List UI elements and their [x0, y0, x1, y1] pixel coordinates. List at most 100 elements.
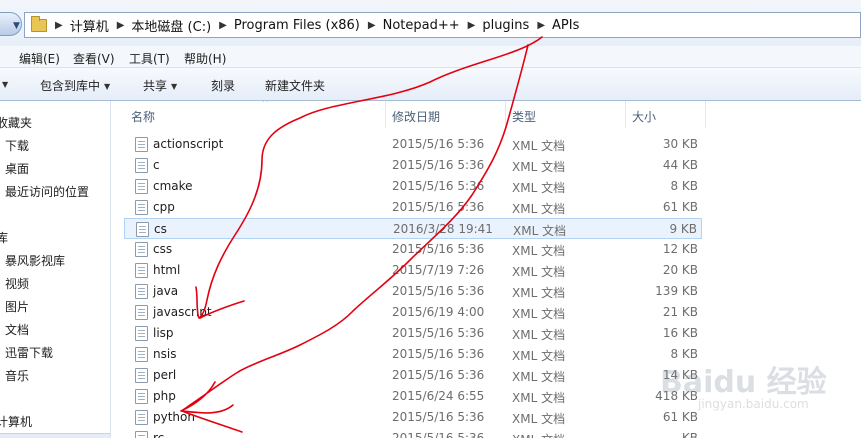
column-type[interactable]: 类型	[512, 108, 536, 125]
nav-xunlei-downloads[interactable]: 迅雷下载	[5, 344, 53, 361]
nav-desktop[interactable]: 桌面	[5, 160, 29, 177]
column-divider[interactable]	[505, 101, 506, 128]
file-size: 30 KB	[662, 137, 698, 151]
file-name: perl	[153, 368, 177, 382]
file-name: rc	[153, 431, 165, 438]
file-modified: 2016/3/28 19:41	[393, 222, 493, 236]
file-row-javascript[interactable]: javascript 2015/6/19 4:00 XML 文档 21 KB	[124, 302, 702, 323]
xml-file-icon	[135, 368, 148, 383]
include-in-library-label: 包含到库中	[40, 79, 101, 93]
nav-baofeng-library[interactable]: 暴风影视库	[5, 252, 65, 269]
file-name: cs	[154, 222, 167, 236]
new-folder-button[interactable]: 新建文件夹	[265, 77, 325, 94]
xml-file-icon	[135, 431, 148, 438]
file-name: c	[153, 158, 160, 172]
column-divider[interactable]	[705, 101, 706, 128]
file-type: XML 文档	[512, 307, 566, 321]
file-size: 20 KB	[662, 263, 698, 277]
nav-favorites[interactable]: 收藏夹	[0, 114, 32, 131]
column-divider[interactable]	[625, 101, 626, 128]
file-name: php	[153, 389, 176, 403]
file-row-nsis[interactable]: nsis 2015/5/16 5:36 XML 文档 8 KB	[124, 344, 702, 365]
file-row-html[interactable]: html 2015/7/19 7:26 XML 文档 20 KB	[124, 260, 702, 281]
share-label: 共享	[143, 79, 168, 93]
file-row-perl[interactable]: perl 2015/5/16 5:36 XML 文档 14 KB	[124, 365, 702, 386]
file-row-css[interactable]: css 2015/5/16 5:36 XML 文档 12 KB	[124, 239, 702, 260]
breadcrumb-separator[interactable]: ▶	[368, 20, 376, 31]
xml-file-icon	[136, 222, 149, 237]
nav-videos[interactable]: 视频	[5, 275, 29, 292]
file-name: nsis	[153, 347, 177, 361]
file-size: 21 KB	[662, 305, 698, 319]
file-modified: 2015/5/16 5:36	[392, 200, 485, 214]
file-modified: 2015/7/19 7:26	[392, 263, 485, 277]
breadcrumb-apis[interactable]: APIs	[552, 18, 579, 33]
file-row-java[interactable]: java 2015/5/16 5:36 XML 文档 139 KB	[124, 281, 702, 302]
nav-libraries[interactable]: 库	[0, 229, 8, 246]
command-bar: ▼ 包含到库中 ▼ 共享 ▼ 刻录 新建文件夹	[0, 68, 861, 101]
file-row-cs[interactable]: cs 2016/3/28 19:41 XML 文档 9 KB	[124, 218, 702, 239]
column-size[interactable]: 大小	[632, 108, 656, 125]
breadcrumb-separator[interactable]: ▶	[55, 20, 63, 31]
file-name: lisp	[153, 326, 174, 340]
file-type: XML 文档	[512, 328, 566, 342]
column-name[interactable]: 名称	[131, 108, 155, 125]
breadcrumb-separator[interactable]: ▶	[219, 20, 227, 31]
breadcrumb-computer[interactable]: 计算机	[70, 16, 109, 35]
breadcrumb-separator[interactable]: ▶	[537, 20, 545, 31]
nav-pictures[interactable]: 图片	[5, 298, 29, 315]
history-dropdown-icon[interactable]: ▼	[13, 21, 20, 31]
nav-documents[interactable]: 文档	[5, 321, 29, 338]
file-type: XML 文档	[512, 181, 566, 195]
sort-indicator-icon: ^	[262, 101, 269, 107]
xml-file-icon	[135, 179, 148, 194]
file-row-php[interactable]: php 2015/6/24 6:55 XML 文档 418 KB	[124, 386, 702, 407]
file-type: XML 文档	[512, 391, 566, 405]
address-bar[interactable]: ▶ 计算机 ▶ 本地磁盘 (C:) ▶ Program Files (x86) …	[24, 12, 861, 38]
organize-dropdown-icon[interactable]: ▼	[0, 77, 8, 91]
nav-music[interactable]: 音乐	[5, 367, 29, 384]
include-in-library-button[interactable]: 包含到库中 ▼	[40, 77, 110, 94]
file-row-python[interactable]: python 2015/5/16 5:36 XML 文档 61 KB	[124, 407, 702, 428]
xml-file-icon	[135, 242, 148, 257]
file-name: cpp	[153, 200, 175, 214]
breadcrumb-local-disk[interactable]: 本地磁盘 (C:)	[131, 16, 211, 35]
share-button[interactable]: 共享 ▼	[143, 77, 177, 94]
nav-computer[interactable]: 计算机	[0, 413, 32, 430]
file-modified: 2015/5/16 5:36	[392, 368, 485, 382]
file-row-actionscript[interactable]: actionscript 2015/5/16 5:36 XML 文档 30 KB	[124, 134, 702, 155]
file-row-rc[interactable]: rc 2015/5/16 5:36 XML 文档 KB	[124, 428, 702, 438]
chevron-down-icon: ▼	[171, 82, 178, 91]
menu-tools[interactable]: 工具(T)	[129, 50, 170, 67]
nav-recent-places[interactable]: 最近访问的位置	[5, 183, 89, 200]
file-size: 139 KB	[655, 284, 698, 298]
nav-downloads[interactable]: 下载	[5, 137, 29, 154]
file-size: 8 KB	[670, 179, 698, 193]
file-size: 9 KB	[669, 222, 697, 236]
xml-file-icon	[135, 326, 148, 341]
column-modified[interactable]: 修改日期	[392, 108, 440, 125]
menu-edit[interactable]: 编辑(E)	[19, 50, 60, 67]
file-row-lisp[interactable]: lisp 2015/5/16 5:36 XML 文档 16 KB	[124, 323, 702, 344]
menu-help[interactable]: 帮助(H)	[184, 50, 226, 67]
nav-selected-item[interactable]	[0, 433, 110, 438]
breadcrumb-separator[interactable]: ▶	[117, 20, 125, 31]
menu-bar: 编辑(E) 查看(V) 工具(T) 帮助(H)	[0, 46, 861, 68]
file-modified: 2015/5/16 5:36	[392, 242, 485, 256]
file-type: XML 文档	[512, 412, 566, 426]
breadcrumb-program-files[interactable]: Program Files (x86)	[234, 18, 360, 33]
menu-view[interactable]: 查看(V)	[73, 50, 115, 67]
column-divider[interactable]	[385, 101, 386, 128]
breadcrumb-separator[interactable]: ▶	[468, 20, 476, 31]
burn-button[interactable]: 刻录	[211, 77, 235, 94]
file-row-cpp[interactable]: cpp 2015/5/16 5:36 XML 文档 61 KB	[124, 197, 702, 218]
breadcrumb-plugins[interactable]: plugins	[482, 18, 529, 33]
breadcrumb-notepad[interactable]: Notepad++	[383, 18, 460, 33]
file-size: KB	[681, 431, 698, 438]
file-modified: 2015/5/16 5:36	[392, 410, 485, 424]
file-type: XML 文档	[512, 370, 566, 384]
file-modified: 2015/5/16 5:36	[392, 284, 485, 298]
file-row-c[interactable]: c 2015/5/16 5:36 XML 文档 44 KB	[124, 155, 702, 176]
file-name: actionscript	[153, 137, 224, 151]
file-row-cmake[interactable]: cmake 2015/5/16 5:36 XML 文档 8 KB	[124, 176, 702, 197]
